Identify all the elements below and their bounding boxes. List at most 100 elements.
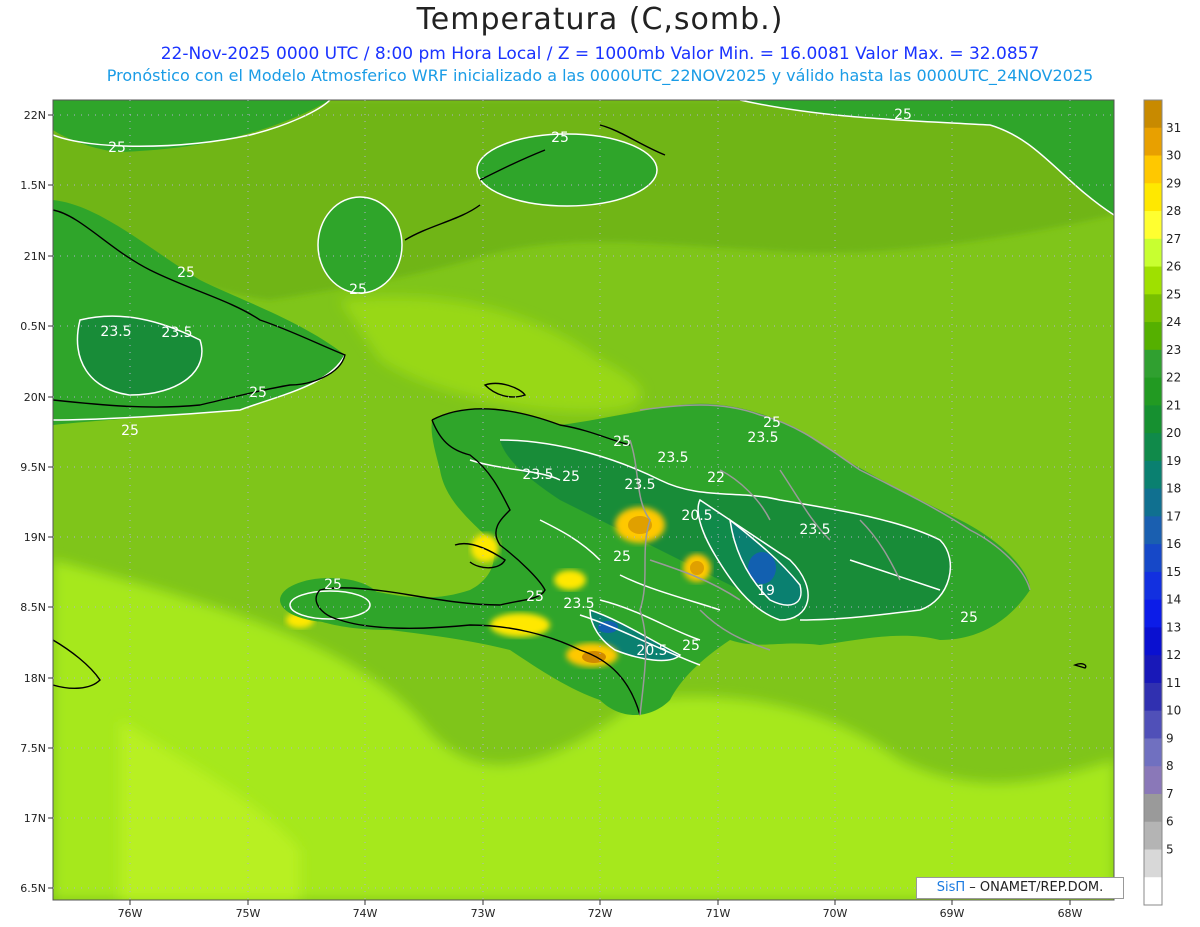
colorbar-swatch: [1144, 294, 1162, 323]
contour-label: 19: [757, 583, 775, 599]
warm-spot-4: [471, 534, 499, 562]
lon-label: 72W: [588, 907, 613, 920]
temperature-map: 22N 1.5N 21N 0.5N 20N 9.5N 19N 8.5N 18N 7.5N 17N 6.…: [20, 99, 1181, 920]
colorbar: 31 30 29 28 27 26 25 24 23 22 21 20 19 18 17 16 15 14 13 12…: [1143, 99, 1181, 906]
colorbar-tick-label: 6: [1166, 815, 1174, 829]
colorbar-swatch: [1144, 793, 1162, 823]
temperature-field: [53, 100, 1114, 900]
lat-label: 21N: [24, 250, 46, 263]
lon-label: 74W: [353, 907, 378, 920]
colorbar-swatch: [1144, 738, 1162, 767]
lat-label: 1.5N: [20, 179, 46, 192]
colorbar-tick-label: 13: [1166, 620, 1181, 634]
colorbar-swatch: [1144, 682, 1162, 712]
contour-label: 25: [613, 549, 631, 565]
colorbar-swatch: [1144, 322, 1162, 351]
colorbar-swatch: [1144, 544, 1162, 573]
contour-label: 25: [562, 469, 580, 485]
colorbar-swatch: [1144, 460, 1162, 490]
colorbar-swatch: [1144, 405, 1162, 434]
colorbar-tick-label: 19: [1166, 454, 1181, 468]
colorbar-tick-label: 14: [1166, 593, 1181, 607]
colorbar-tick-label: 5: [1166, 842, 1174, 856]
lat-label: 7.5N: [20, 742, 46, 755]
colorbar-tick-label: 20: [1166, 426, 1181, 440]
lon-label: 69W: [940, 907, 965, 920]
colorbar-swatch: [1144, 155, 1162, 184]
colorbar-tick-label: 7: [1166, 787, 1174, 801]
colorbar-tick-label: 8: [1166, 759, 1174, 773]
contour-label: 25: [613, 434, 631, 450]
latitude-labels: 22N 1.5N 21N 0.5N 20N 9.5N 19N 8.5N 18N 7.5N 17N 6.…: [20, 109, 53, 895]
colorbar-tick-label: 25: [1166, 287, 1181, 301]
colorbar-tick-label: 26: [1166, 260, 1181, 274]
colorbar-swatch: [1144, 433, 1162, 462]
contour-label: 25: [526, 589, 544, 605]
colorbar-swatch: [1144, 821, 1162, 850]
contour-label: 23.5: [799, 522, 830, 538]
lat-label: 20N: [24, 391, 46, 404]
contour-label: 25: [960, 610, 978, 626]
lat-label: 19N: [24, 531, 46, 544]
colorbar-swatch: [1144, 183, 1162, 212]
lat-label: 17N: [24, 812, 46, 825]
colorbar-swatch: [1144, 877, 1162, 906]
colorbar-swatch: [1144, 266, 1162, 295]
lon-label: 68W: [1058, 907, 1083, 920]
contour-label: 22: [707, 470, 725, 486]
credit-badge: SisΠ – ONAMET/REP.DOM.: [916, 877, 1124, 899]
lon-label: 70W: [823, 907, 848, 920]
colorbar-swatch: [1144, 238, 1162, 268]
colorbar-tick-label: 17: [1166, 509, 1181, 523]
lat-label: 6.5N: [20, 882, 46, 895]
colorbar-tick-label: 15: [1166, 565, 1181, 579]
colorbar-swatch: [1144, 655, 1162, 684]
colorbar-tick-label: 29: [1166, 176, 1181, 190]
lon-label: 75W: [236, 907, 261, 920]
contour-label: 25: [894, 107, 912, 123]
colorbar-swatch: [1144, 516, 1162, 545]
colorbar-swatch: [1144, 599, 1162, 628]
contour-label: 23.5: [100, 324, 131, 340]
hot-spot-2-core: [690, 561, 704, 575]
contour-label: 25: [551, 130, 569, 146]
contour-label: 25: [249, 385, 267, 401]
colorbar-tick-label: 24: [1166, 315, 1181, 329]
contour-label: 23.5: [161, 325, 192, 341]
colorbar-swatch: [1144, 627, 1162, 656]
colorbar-tick-label: 11: [1166, 676, 1181, 690]
warm-spot-7: [554, 570, 586, 590]
contour-label: 25: [121, 423, 139, 439]
colorbar-tick-label: 27: [1166, 232, 1181, 246]
colorbar-tick-label: 12: [1166, 648, 1181, 662]
lat-label: 22N: [24, 109, 46, 122]
contour-label: 25: [682, 638, 700, 654]
colorbar-swatch: [1144, 766, 1162, 795]
colorbar-tick-label: 21: [1166, 398, 1181, 412]
credit-text: – ONAMET/REP.DOM.: [965, 880, 1104, 895]
lat-label: 9.5N: [20, 461, 46, 474]
lat-label: 18N: [24, 672, 46, 685]
contour-label: 23.5: [747, 430, 778, 446]
contour-label: 25: [763, 415, 781, 431]
colorbar-swatch: [1144, 100, 1162, 129]
colorbar-swatch: [1144, 377, 1162, 406]
colorbar-swatch: [1144, 127, 1162, 157]
colorbar-swatch: [1144, 349, 1162, 379]
colorbar-tick-label: 23: [1166, 343, 1181, 357]
colorbar-tick-label: 10: [1166, 704, 1181, 718]
contour-label: 25: [177, 265, 195, 281]
contour-label: 23.5: [563, 596, 594, 612]
contour-label: 20.5: [681, 508, 712, 524]
colorbar-tick-label: 16: [1166, 537, 1181, 551]
colorbar-swatch: [1144, 710, 1162, 739]
colorbar-swatch: [1144, 571, 1162, 601]
colorbar-swatch: [1144, 488, 1162, 517]
contour-label: 20.5: [636, 643, 667, 659]
contour-label: 25: [349, 282, 367, 298]
colorbar-tick-label: 9: [1166, 731, 1174, 745]
colorbar-tick-label: 28: [1166, 204, 1181, 218]
lon-label: 73W: [471, 907, 496, 920]
contour-label: 25: [324, 577, 342, 593]
lon-label: 76W: [118, 907, 143, 920]
